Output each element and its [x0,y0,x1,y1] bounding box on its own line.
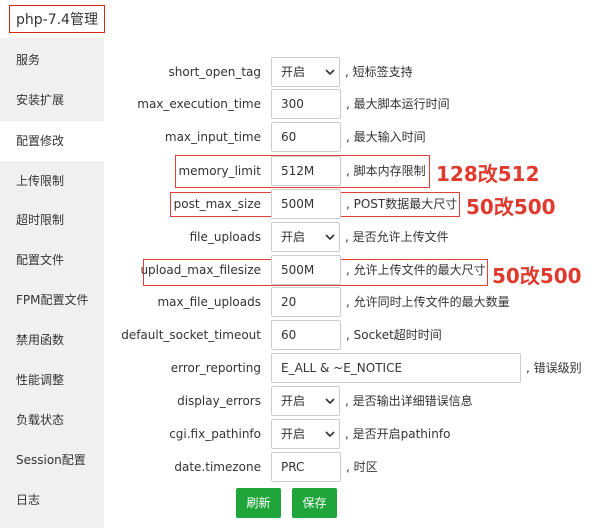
sidebar-item-disabled-functions[interactable]: 禁用函数 [0,320,104,360]
sidebar-item-log[interactable]: 日志 [0,480,104,520]
setting-label: display_errors [177,394,261,408]
setting-desc: , 时区 [346,460,378,474]
short-open-tag-select[interactable]: 开启 [271,57,340,87]
setting-desc: , 最大输入时间 [346,130,426,144]
setting-label: post_max_size [173,197,261,211]
max-input-time-input[interactable]: 60 [271,122,341,152]
setting-label: date.timezone [174,460,261,474]
annotation-memory-limit: 128改512 [436,162,540,186]
cgi-fix-pathinfo-select[interactable]: 开启 [271,419,340,449]
setting-desc: , 最大脚本运行时间 [346,97,450,111]
setting-label: memory_limit [178,164,261,178]
select-value: 开启 [281,394,306,408]
display-errors-select[interactable]: 开启 [271,386,340,416]
sidebar-item-install-extension[interactable]: 安装扩展 [0,80,104,120]
max-execution-time-input[interactable]: 300 [271,89,341,119]
max-file-uploads-input[interactable]: 20 [271,287,341,317]
select-value: 开启 [281,65,306,79]
annotation-upload-max-filesize: 50改500 [492,264,582,288]
setting-label: max_execution_time [137,97,261,111]
sidebar: 服务 安装扩展 配置修改 上传限制 超时限制 配置文件 FPM配置文件 禁用函数… [0,38,104,528]
chevron-down-icon [325,398,335,405]
sidebar-item-upload-limit[interactable]: 上传限制 [0,161,104,201]
setting-desc: , 脚本内存限制 [346,164,426,178]
setting-desc: , POST数据最大尺寸 [346,197,458,211]
setting-desc: , 是否输出详细错误信息 [345,394,473,408]
setting-label: max_input_time [164,130,261,144]
sidebar-item-load-status[interactable]: 负载状态 [0,400,104,440]
setting-desc: , 是否开启pathinfo [345,427,451,441]
select-value: 开启 [281,427,306,441]
error-reporting-input[interactable]: E_ALL & ~E_NOTICE [271,353,521,383]
setting-desc: , 允许上传文件的最大尺寸 [346,263,486,277]
chevron-down-icon [325,234,335,241]
setting-desc: , 短标签支持 [345,65,413,79]
select-value: 开启 [281,230,306,244]
sidebar-item-timeout-limit[interactable]: 超时限制 [0,200,104,240]
annotation-post-max-size: 50改500 [466,195,556,219]
setting-desc: , Socket超时时间 [346,328,442,342]
sidebar-item-config-file[interactable]: 配置文件 [0,240,104,280]
setting-label: cgi.fix_pathinfo [169,427,261,441]
setting-label: error_reporting [170,361,261,375]
post-max-size-input[interactable]: 500M [271,189,341,219]
file-uploads-select[interactable]: 开启 [271,222,340,252]
setting-desc: , 允许同时上传文件的最大数量 [346,295,510,309]
save-button[interactable]: 保存 [292,488,337,518]
memory-limit-input[interactable]: 512M [271,156,341,186]
setting-label: max_file_uploads [157,295,261,309]
sidebar-item-performance[interactable]: 性能调整 [0,360,104,400]
chevron-down-icon [325,431,335,438]
setting-desc: , 错误级别 [526,361,582,375]
setting-label: default_socket_timeout [121,328,261,342]
sidebar-item-session-config[interactable]: Session配置 [0,440,104,480]
sidebar-item-service[interactable]: 服务 [0,40,104,80]
date-timezone-input[interactable]: PRC [271,452,341,482]
setting-label: file_uploads [189,230,261,244]
sidebar-item-config-modify[interactable]: 配置修改 [0,121,104,161]
upload-max-filesize-input[interactable]: 500M [271,255,341,285]
default-socket-timeout-input[interactable]: 60 [271,320,341,350]
setting-label: short_open_tag [168,65,261,79]
refresh-button[interactable]: 刷新 [236,488,281,518]
window-title: php-7.4管理 [9,5,105,33]
window-header: php-7.4管理 [0,0,611,38]
chevron-down-icon [325,69,335,76]
setting-desc: , 是否允许上传文件 [345,230,449,244]
sidebar-item-fpm-config-file[interactable]: FPM配置文件 [0,280,104,320]
setting-label: upload_max_filesize [140,263,261,277]
